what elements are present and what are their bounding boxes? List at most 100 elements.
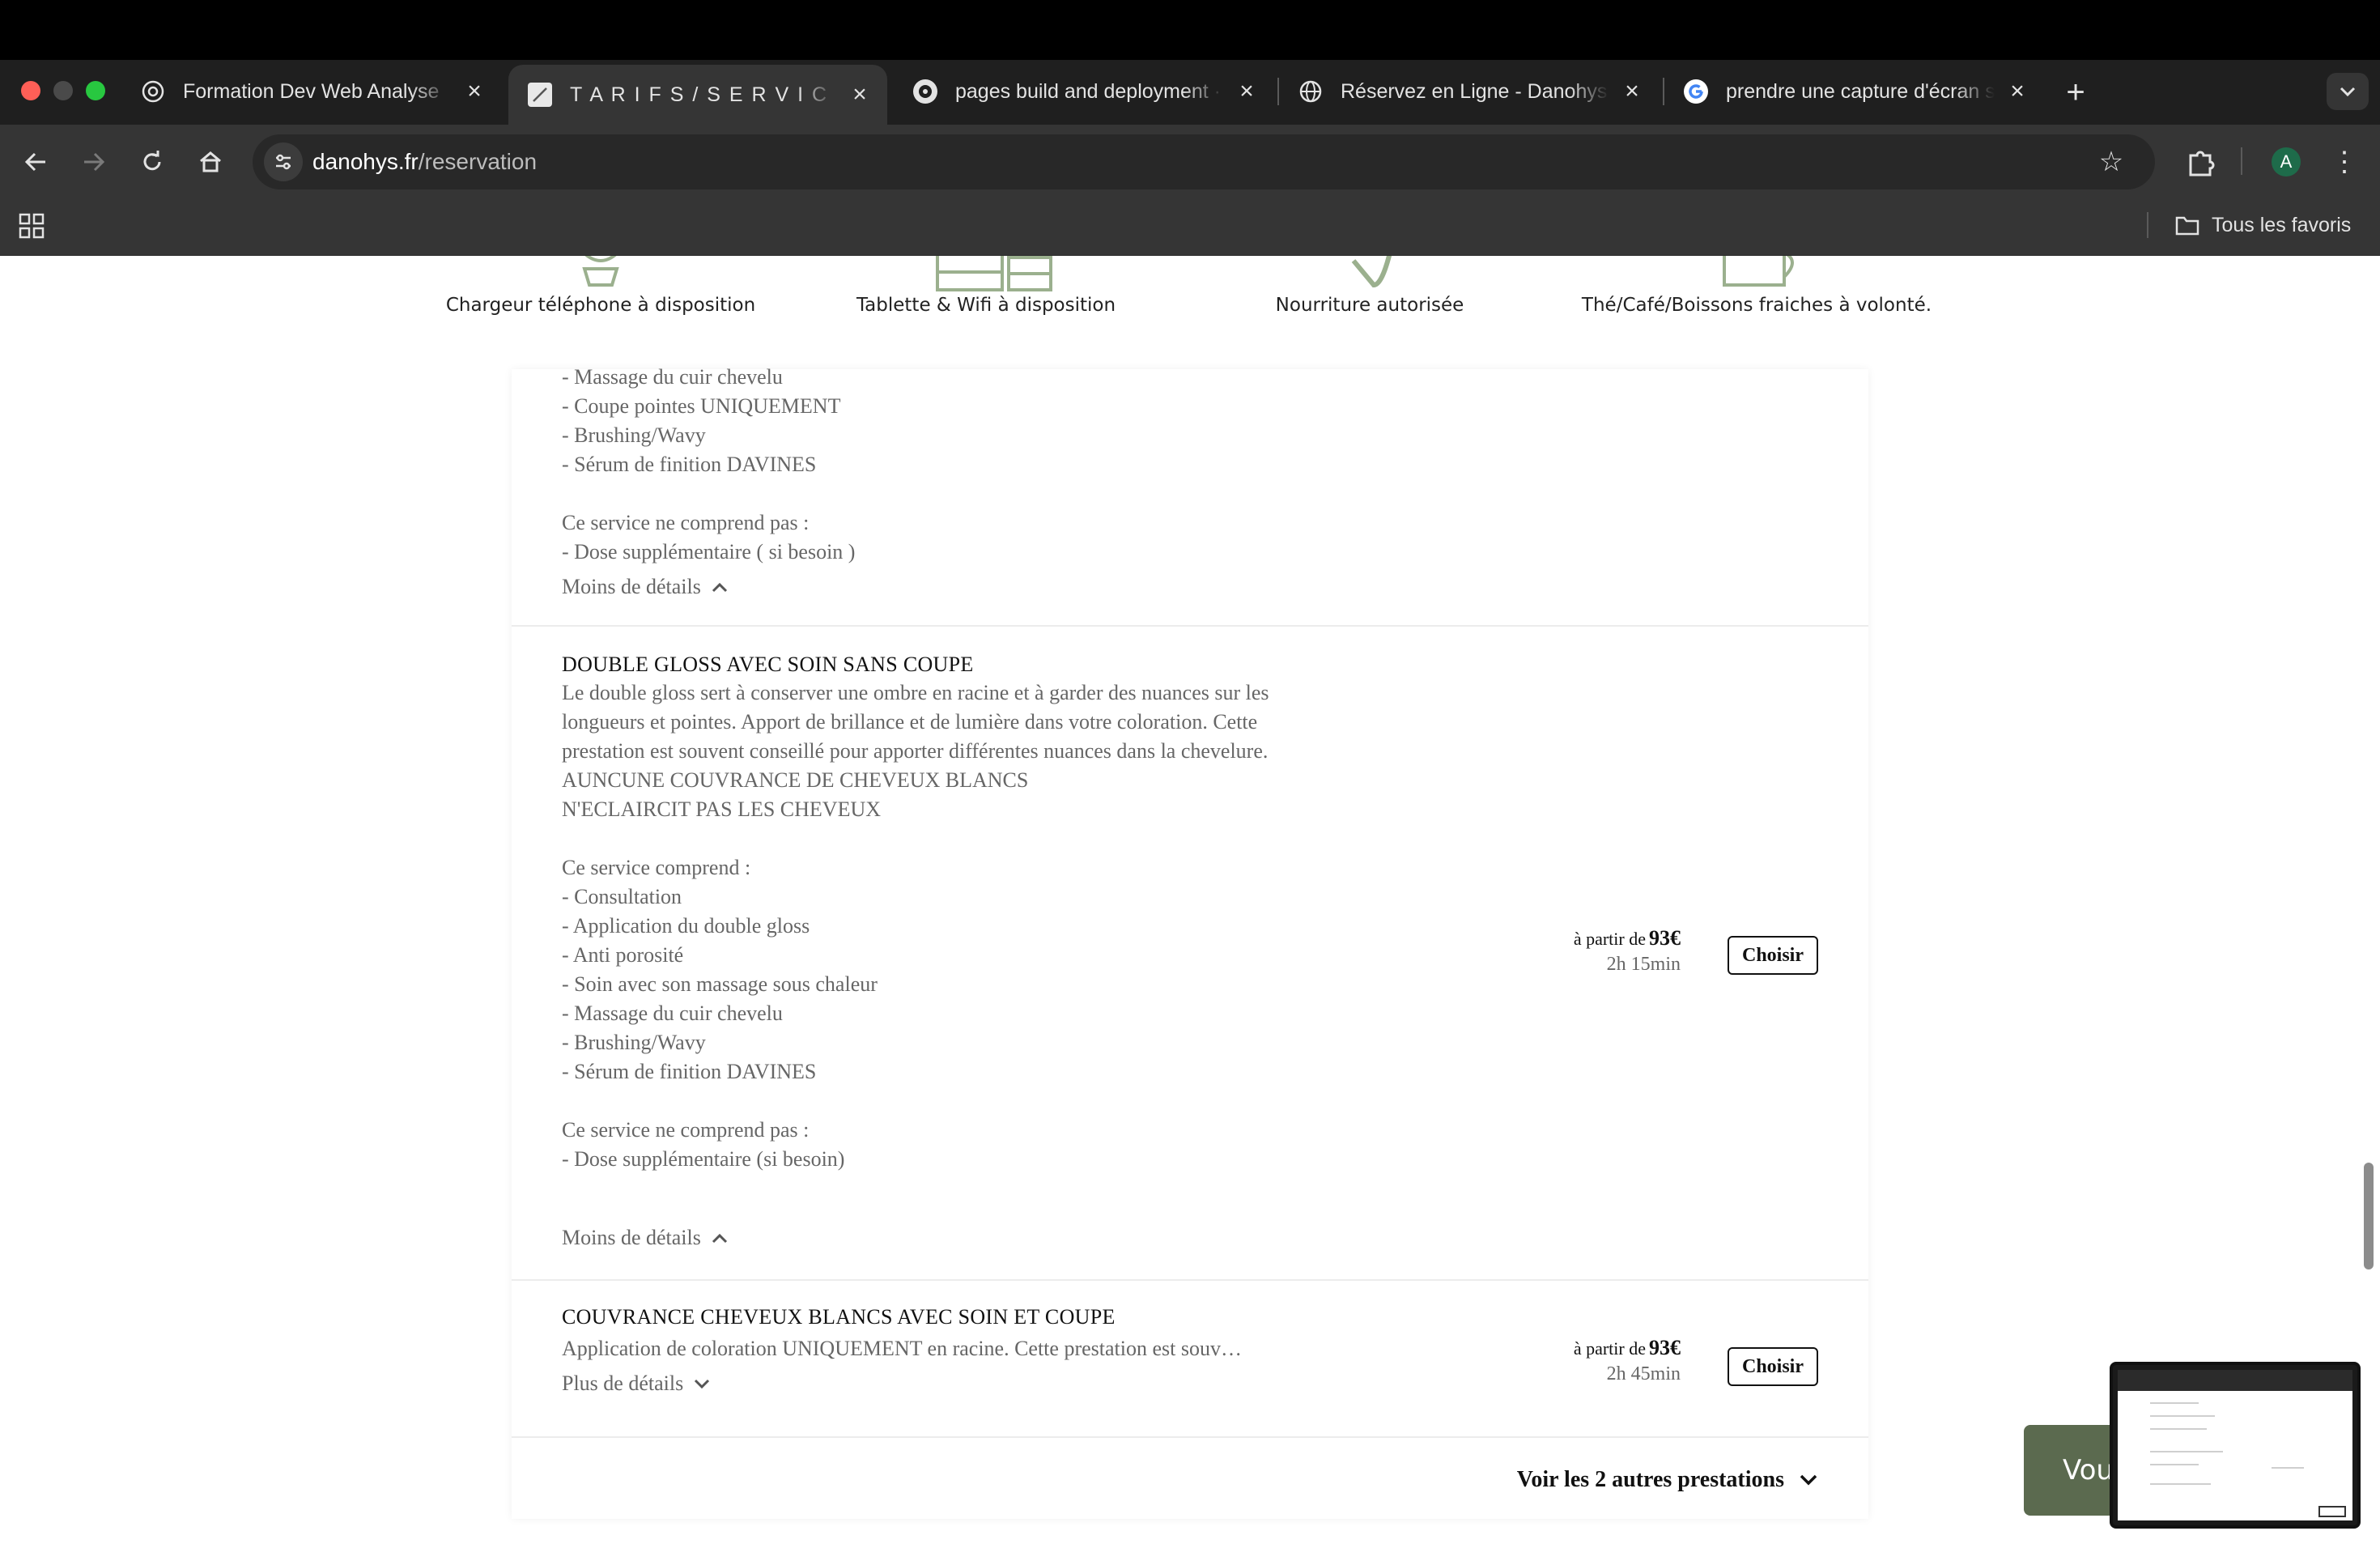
profile-avatar[interactable]: A bbox=[2272, 147, 2301, 176]
more-services-row: Voir les 2 autres prestations bbox=[512, 1438, 1868, 1525]
scrollbar-thumb[interactable] bbox=[2364, 1163, 2374, 1269]
amenity-label: Nourriture autorisée bbox=[1275, 295, 1464, 316]
services-card: - Massage du cuir chevelu - Coupe pointe… bbox=[512, 365, 1868, 1519]
bookmark-star-icon[interactable]: ☆ bbox=[2092, 142, 2131, 181]
tab-title: Réservez en Ligne - Danohys bbox=[1341, 79, 1608, 103]
tab-reservez[interactable]: Réservez en Ligne - Danohys × bbox=[1279, 65, 1660, 118]
amenity-drinks: Thé/Café/Boissons fraiches à volonté. bbox=[1562, 256, 1951, 369]
toolbar-separator bbox=[2241, 147, 2242, 175]
choose-button[interactable]: Choisir bbox=[1728, 1347, 1818, 1386]
service-item: DOUBLE GLOSS AVEC SOIN SANS COUPE Le dou… bbox=[512, 627, 1868, 1281]
macos-menubar bbox=[0, 0, 2380, 60]
more-services-button[interactable]: Voir les 2 autres prestations bbox=[1517, 1467, 1818, 1493]
preview-line bbox=[2272, 1467, 2304, 1469]
price-amount: 93€ bbox=[1649, 1336, 1681, 1359]
price-amount: 93€ bbox=[1649, 926, 1681, 950]
tab-title: prendre une capture d'écran s bbox=[1726, 79, 1995, 103]
folder-icon bbox=[2175, 216, 2199, 236]
preview-chrome bbox=[2118, 1370, 2352, 1391]
service-duration: 2h 45min bbox=[1606, 1363, 1681, 1384]
amenity-label: Chargeur téléphone à disposition bbox=[445, 295, 756, 316]
amenity-label: Thé/Café/Boissons fraiches à volonté. bbox=[1581, 295, 1932, 316]
tab-tarifs[interactable]: T A R I F S / S E R V I C E S | D × bbox=[508, 65, 887, 125]
screenshot-preview-thumbnail[interactable] bbox=[2110, 1362, 2361, 1529]
price-block: à partir de 93€ 2h 15min bbox=[1574, 926, 1681, 976]
close-tab-icon[interactable]: × bbox=[2006, 79, 2029, 104]
more-services-label: Voir les 2 autres prestations bbox=[1516, 1467, 1784, 1492]
chevron-down-icon bbox=[695, 1379, 710, 1389]
less-details-toggle[interactable]: Moins de détails bbox=[562, 1226, 729, 1250]
amenity-label: Tablette & Wifi à disposition bbox=[856, 295, 1116, 316]
page-viewport: Chargeur téléphone à disposition Tablett… bbox=[0, 256, 2380, 1548]
more-details-toggle[interactable]: Plus de détails bbox=[562, 1372, 711, 1396]
food-icon bbox=[1351, 256, 1392, 288]
preview-line bbox=[2150, 1483, 2211, 1485]
close-tab-icon[interactable]: × bbox=[1621, 79, 1643, 104]
service-description: Le double gloss sert à conserver une omb… bbox=[562, 681, 1269, 1171]
chevron-down-icon bbox=[1800, 1474, 1817, 1486]
tablet-icon bbox=[936, 256, 1052, 291]
service-item: - Massage du cuir chevelu - Coupe pointe… bbox=[512, 365, 1868, 627]
github-icon bbox=[913, 79, 937, 104]
chevron-up-icon bbox=[712, 582, 727, 593]
amenity-food: Nourriture autorisée bbox=[1175, 256, 1564, 369]
tab-formation[interactable]: Formation Dev Web Analyse × bbox=[121, 65, 502, 118]
close-window-button[interactable] bbox=[21, 81, 40, 100]
preview-line bbox=[2150, 1428, 2207, 1430]
service-name: DOUBLE GLOSS AVEC SOIN SANS COUPE bbox=[562, 653, 974, 676]
reload-icon[interactable] bbox=[133, 142, 172, 181]
service-duration: 2h 15min bbox=[1606, 954, 1681, 975]
tab-search-icon[interactable] bbox=[2327, 73, 2369, 110]
preview-line bbox=[2150, 1402, 2199, 1404]
cup-icon bbox=[1723, 256, 1794, 287]
tab-google[interactable]: prendre une capture d'écran s × bbox=[1664, 65, 2045, 118]
chevron-up-icon bbox=[712, 1233, 727, 1244]
toggle-label: Moins de détails bbox=[562, 1226, 701, 1249]
amenity-tablet: Tablette & Wifi à disposition bbox=[792, 256, 1180, 369]
back-icon[interactable] bbox=[16, 142, 55, 181]
google-icon bbox=[1684, 79, 1708, 104]
site-info-icon[interactable] bbox=[264, 142, 303, 181]
charger-icon bbox=[582, 256, 619, 287]
preview-line bbox=[2150, 1464, 2199, 1465]
all-bookmarks-folder[interactable]: Tous les favoris bbox=[2174, 206, 2351, 245]
service-name: COUVRANCE CHEVEUX BLANCS AVEC SOIN ET CO… bbox=[562, 1305, 1116, 1329]
toggle-label: Moins de détails bbox=[562, 575, 701, 598]
less-details-toggle[interactable]: Moins de détails bbox=[562, 575, 729, 599]
choose-button[interactable]: Choisir bbox=[1728, 936, 1818, 975]
tab-title: T A R I F S / S E R V I C E S | D bbox=[570, 83, 837, 106]
maximize-window-button[interactable] bbox=[86, 81, 105, 100]
price-prefix: à partir de bbox=[1573, 929, 1646, 949]
home-icon[interactable] bbox=[191, 142, 230, 181]
tab-title: pages build and deployment · bbox=[955, 79, 1222, 103]
address-bar[interactable]: danohys.fr/reservation ☆ bbox=[253, 134, 2155, 189]
amenities-strip: Chargeur téléphone à disposition Tablett… bbox=[0, 256, 2380, 369]
browser-menu-icon[interactable]: ⋮ bbox=[2325, 142, 2364, 181]
tab-title: Formation Dev Web Analyse bbox=[183, 79, 440, 103]
globe-icon bbox=[1298, 79, 1323, 104]
amenity-charger: Chargeur téléphone à disposition bbox=[406, 256, 795, 369]
preview-inset bbox=[2318, 1506, 2346, 1517]
minimize-window-button[interactable] bbox=[53, 81, 73, 100]
preview-image bbox=[2118, 1370, 2352, 1520]
bookmarks-bar bbox=[0, 199, 2380, 256]
service-description: - Massage du cuir chevelu - Coupe pointe… bbox=[562, 365, 856, 563]
price-block: à partir de 93€ 2h 45min bbox=[1574, 1336, 1681, 1385]
new-tab-icon[interactable]: + bbox=[2056, 74, 2095, 113]
preview-line bbox=[2150, 1415, 2215, 1417]
forward-icon[interactable] bbox=[74, 142, 113, 181]
price-prefix: à partir de bbox=[1573, 1338, 1646, 1359]
toggle-label: Plus de détails bbox=[562, 1372, 684, 1395]
url-text: danohys.fr/reservation bbox=[312, 149, 538, 174]
tab-github-pages[interactable]: pages build and deployment · × bbox=[894, 65, 1274, 118]
brush-icon bbox=[528, 83, 552, 107]
close-tab-icon[interactable]: × bbox=[848, 83, 871, 107]
close-tab-icon[interactable]: × bbox=[463, 79, 486, 104]
close-tab-icon[interactable]: × bbox=[1235, 79, 1258, 104]
service-item: COUVRANCE CHEVEUX BLANCS AVEC SOIN ET CO… bbox=[512, 1281, 1868, 1438]
bookmarks-separator bbox=[2147, 212, 2148, 238]
apps-grid-icon[interactable] bbox=[18, 212, 45, 240]
preview-line bbox=[2150, 1451, 2223, 1452]
openai-icon bbox=[141, 79, 165, 104]
extensions-icon[interactable] bbox=[2181, 142, 2220, 181]
